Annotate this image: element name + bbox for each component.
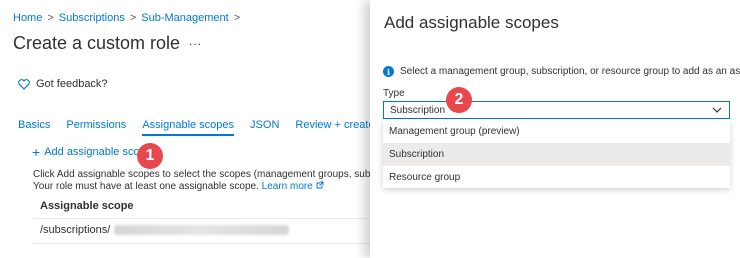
option-subscription[interactable]: Subscription [383, 143, 730, 166]
description-text: Your role must have at least one assigna… [33, 181, 259, 192]
callout-badge-2: 2 [446, 87, 472, 113]
breadcrumb-home[interactable]: Home [13, 12, 42, 24]
description-line-2: Your role must have at least one assigna… [33, 181, 378, 193]
more-options-button[interactable]: ... [189, 34, 202, 48]
blade-title: Add assignable scopes [384, 13, 559, 32]
chevron-down-icon [711, 104, 723, 119]
option-management-group[interactable]: Management group (preview) [383, 120, 730, 143]
external-link-icon [316, 181, 324, 192]
create-role-page: Home > Subscriptions > Sub-Management > … [0, 0, 378, 258]
option-resource-group[interactable]: Resource group [383, 166, 730, 189]
breadcrumb-separator: > [47, 12, 54, 24]
heart-icon [18, 78, 30, 90]
assignable-scope-column-header: Assignable scope [40, 200, 134, 212]
scopes-description: Click Add assignable scopes to select th… [33, 169, 378, 193]
learn-more-link[interactable]: Learn more [262, 181, 313, 192]
tab-assignable-scopes[interactable]: Assignable scopes [142, 119, 234, 136]
page-title: Create a custom role [13, 33, 181, 53]
callout-badge-1: 1 [137, 143, 163, 169]
tab-bar: Basics Permissions Assignable scopes JSO… [18, 119, 391, 136]
feedback-link[interactable]: Got feedback? [18, 78, 108, 90]
tab-basics[interactable]: Basics [18, 119, 50, 136]
add-assignable-scopes-blade: Add assignable scopes i Select a managem… [370, 0, 740, 258]
info-message: i Select a management group, subscriptio… [383, 66, 740, 77]
plus-icon: + [32, 143, 41, 160]
description-line-1: Click Add assignable scopes to select th… [33, 169, 378, 180]
tab-review-create[interactable]: Review + create [295, 119, 374, 136]
type-dropdown-options: Management group (preview) Subscription … [383, 120, 730, 188]
breadcrumb-sub-management[interactable]: Sub-Management [141, 12, 228, 24]
info-text: Select a management group, subscription,… [400, 66, 740, 77]
breadcrumb-subscriptions[interactable]: Subscriptions [59, 12, 125, 24]
breadcrumb-separator: > [233, 12, 241, 24]
tab-json[interactable]: JSON [250, 119, 279, 136]
table-row: /subscriptions/ [40, 224, 290, 236]
table-divider [33, 243, 378, 244]
redacted-subscription-id [114, 225, 290, 235]
info-icon: i [383, 66, 394, 77]
type-dropdown-value: Subscription [390, 104, 446, 116]
feedback-label: Got feedback? [36, 78, 108, 90]
breadcrumb: Home > Subscriptions > Sub-Management > [13, 12, 245, 24]
type-dropdown[interactable]: Subscription [383, 101, 730, 119]
tab-permissions[interactable]: Permissions [66, 119, 126, 136]
table-divider [33, 218, 378, 219]
type-label: Type [383, 88, 405, 99]
breadcrumb-separator: > [129, 12, 137, 24]
scope-path: /subscriptions/ [40, 224, 111, 236]
